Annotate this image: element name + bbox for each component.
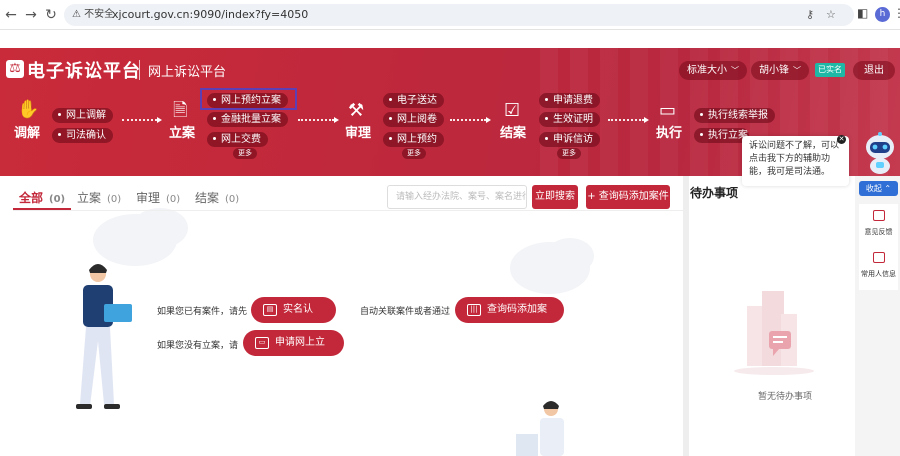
main-panel — [0, 176, 683, 456]
profile-avatar[interactable]: h — [875, 7, 890, 22]
flow-connector — [608, 119, 644, 121]
tab-all[interactable]: 全部 (0) — [19, 189, 65, 206]
flow-item-effective-proof[interactable]: 生效证明 — [539, 112, 600, 127]
site-subtitle: 网上诉讼平台 — [148, 65, 227, 80]
site-title: 电子诉讼平台 — [27, 61, 141, 82]
verified-badge: 已实名 — [815, 63, 845, 77]
contacts-label: 常用人信息 — [861, 270, 896, 278]
prompt-existing-case: 如果您已有案件，请先 — [157, 307, 248, 317]
feedback-label: 意见反馈 — [864, 228, 893, 236]
todo-panel — [689, 176, 855, 456]
back-icon[interactable]: ← — [2, 6, 20, 24]
flow-item-e-service[interactable]: 电子送达 — [383, 93, 444, 108]
flow-item-online-payment[interactable]: 网上交费 — [207, 132, 268, 147]
sidebar-icon[interactable]: ◧ — [857, 6, 868, 20]
more-filing-button[interactable]: 更多 — [233, 148, 257, 159]
stage-closing[interactable]: 结案 — [500, 122, 526, 141]
close-icon[interactable]: ✕ — [837, 135, 846, 144]
url-text[interactable]: xjcourt.gov.cn:9090/index?fy=4050 — [112, 7, 308, 23]
empty-state-illustration — [734, 291, 814, 375]
todo-empty-text: 暂无待办事项 — [758, 392, 813, 402]
highlight-box — [200, 88, 297, 110]
handshake-icon: ✋ — [17, 99, 40, 120]
contacts-button[interactable]: 常用人信息 — [859, 246, 898, 290]
reload-icon[interactable]: ↻ — [42, 6, 60, 24]
chevron-down-icon: ﹀ — [731, 66, 739, 75]
stage-enforcement[interactable]: 执行 — [656, 122, 682, 141]
robot-assistant-icon[interactable] — [862, 132, 898, 176]
stage-filing[interactable]: 立案 — [169, 122, 195, 141]
flow-arrow-icon — [334, 117, 339, 123]
flow-item-online-booking[interactable]: 网上预约 — [383, 132, 444, 147]
menu-icon[interactable]: ⋮ — [893, 6, 900, 20]
key-icon[interactable]: ⚷ — [806, 7, 814, 23]
assistant-bubble: 诉讼问题不了解，可以点击我下方的辅助功能，我可是司法通。 — [742, 136, 849, 186]
monitor-icon: ▭ — [659, 100, 677, 121]
flow-connector — [298, 119, 334, 121]
flow-arrow-icon — [644, 117, 649, 123]
feedback-button[interactable]: 意见反馈 — [859, 204, 898, 248]
collapse-button[interactable]: 收起 ⌃ — [859, 181, 898, 196]
security-warning[interactable]: ⚠ 不安全 — [72, 8, 114, 22]
stage-mediation[interactable]: 调解 — [14, 122, 40, 141]
chevron-down-icon: ﹀ — [793, 66, 801, 75]
flow-connector — [450, 119, 486, 121]
active-tab-indicator — [13, 208, 71, 210]
flow-arrow-icon — [157, 117, 162, 123]
tab-closed[interactable]: 结案 (0) — [195, 189, 239, 206]
font-size-dropdown[interactable]: 标准大小 ﹀ — [679, 61, 747, 80]
todo-title: 待办事项 — [690, 186, 739, 200]
flow-item-online-mediation[interactable]: 网上调解 — [52, 108, 113, 123]
add-by-code-button[interactable]: + 查询码添加案件 — [586, 185, 670, 209]
stage-trial[interactable]: 审理 — [345, 122, 371, 141]
search-button[interactable]: 立即搜索 — [532, 185, 578, 209]
monitor-icon: ▭ — [255, 337, 269, 349]
flow-connector — [122, 119, 157, 121]
address-bar[interactable]: ⚠ 不安全 xjcourt.gov.cn:9090/index?fy=4050 … — [64, 4, 854, 26]
flow-item-clue-report[interactable]: 执行线索举报 — [694, 108, 775, 123]
query-code-add-button[interactable]: ||| 查询码添加案件 — [455, 297, 564, 341]
more-closing-button[interactable]: 更多 — [557, 148, 581, 159]
file-icon: 🗎 — [173, 100, 188, 121]
document-check-icon: ☑ — [504, 100, 521, 121]
flow-arrow-icon — [486, 117, 491, 123]
prompt-auto-link: 自动关联案件或者通过 — [360, 307, 451, 317]
gavel-icon: ⚒ — [348, 100, 365, 121]
user-dropdown[interactable]: 胡小锋 ﹀ — [751, 61, 809, 80]
contacts-icon — [872, 252, 885, 263]
flow-item-online-review[interactable]: 网上阅卷 — [383, 112, 444, 127]
user-name: 胡小锋 — [759, 65, 789, 76]
tab-trial[interactable]: 审理 (0) — [136, 189, 180, 206]
id-card-icon: ▤ — [263, 304, 277, 316]
prompt-no-case: 如果您没有立案，请 — [157, 341, 239, 351]
real-name-verify-button[interactable]: ▤实名认证 — [251, 297, 336, 341]
font-size-label: 标准大小 — [687, 65, 727, 76]
barcode-icon: ||| — [467, 304, 481, 316]
flow-item-enforcement-filing[interactable]: 执行立案 — [694, 128, 749, 143]
flow-item-batch-filing[interactable]: 金融批量立案 — [207, 112, 288, 127]
decorative-illustration — [76, 208, 594, 456]
forward-icon[interactable]: → — [22, 6, 40, 24]
flow-item-judicial-confirm[interactable]: 司法确认 — [52, 128, 113, 143]
case-search-input[interactable]: 请输入经办法院、案号、案名进行搜索 — [387, 185, 527, 209]
logout-button[interactable]: 退出 — [853, 61, 895, 80]
flow-item-petition[interactable]: 申诉信访 — [539, 132, 600, 147]
browser-toolbar: ← → ↻ ⚠ 不安全 xjcourt.gov.cn:9090/index?fy… — [0, 0, 900, 30]
court-logo-icon: ⚖ — [6, 60, 24, 78]
security-label: 不安全 — [84, 9, 115, 20]
more-trial-button[interactable]: 更多 — [402, 148, 426, 159]
feedback-icon — [872, 210, 885, 221]
flow-item-refund[interactable]: 申请退费 — [539, 93, 600, 108]
apply-online-filing-button[interactable]: ▭ 申请网上立案 — [243, 330, 344, 374]
tab-filing[interactable]: 立案 (0) — [77, 189, 121, 206]
tab-divider — [13, 210, 683, 211]
title-divider — [139, 60, 140, 80]
star-icon[interactable]: ☆ — [826, 7, 836, 23]
